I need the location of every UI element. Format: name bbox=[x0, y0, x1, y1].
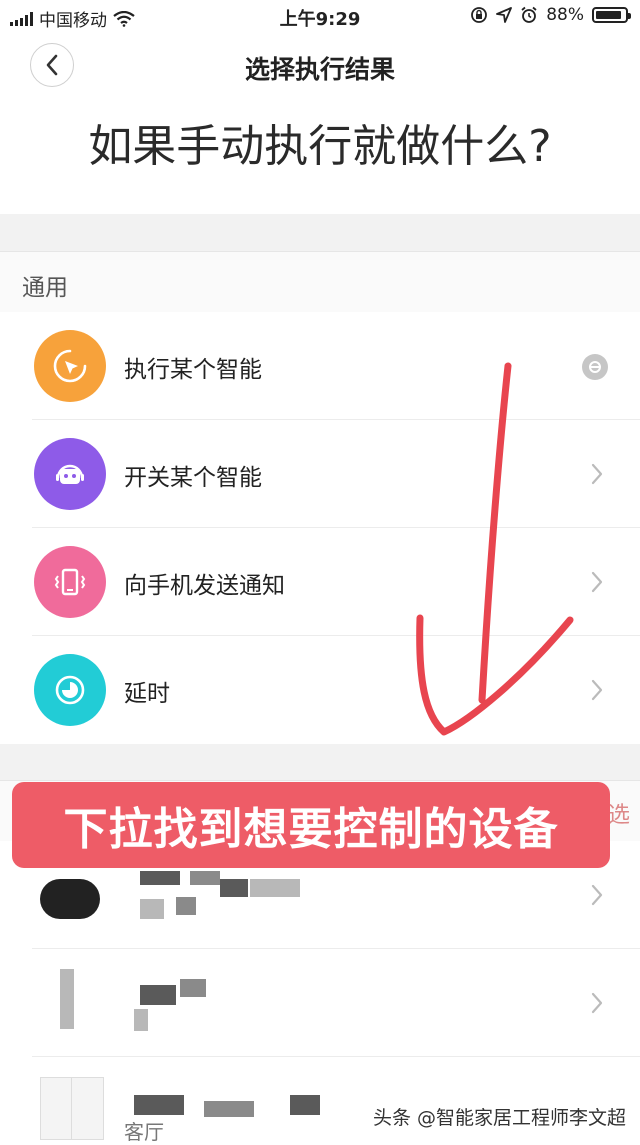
battery-fill bbox=[596, 11, 621, 19]
chevron-right-icon bbox=[591, 679, 603, 701]
chevron-right-icon bbox=[591, 463, 603, 485]
list-item-label: 开关某个智能 bbox=[124, 465, 262, 491]
redaction-block bbox=[220, 879, 248, 897]
battery-icon bbox=[592, 7, 631, 23]
alarm-icon bbox=[521, 6, 537, 23]
info-badge-icon bbox=[582, 354, 608, 380]
redaction-block bbox=[290, 1095, 320, 1115]
cursor-click-icon bbox=[34, 330, 106, 402]
phone-vibrate-icon bbox=[34, 546, 106, 618]
page-title: 选择执行结果 bbox=[244, 55, 395, 84]
section-header-general: 通用 bbox=[0, 251, 640, 313]
device-thumbnail bbox=[40, 879, 100, 919]
redaction-block bbox=[190, 871, 220, 885]
question-heading: 如果手动执行就做什么? bbox=[88, 121, 552, 172]
list-item-toggle-scene[interactable]: 开关某个智能 bbox=[0, 420, 640, 528]
list-item-run-scene[interactable]: 执行某个智能 bbox=[0, 312, 640, 420]
list-item-delay[interactable]: 延时 bbox=[0, 636, 640, 744]
device-thumbnail bbox=[40, 1077, 104, 1140]
section-spacer bbox=[0, 744, 640, 780]
watermark-text: 头条 @智能家居工程师李文超 bbox=[372, 1107, 626, 1129]
redaction-block bbox=[180, 979, 206, 997]
redaction-block bbox=[134, 1009, 148, 1031]
redaction-block bbox=[204, 1101, 254, 1117]
list-item-phone-notify[interactable]: 向手机发送通知 bbox=[0, 528, 640, 636]
overlay-instruction-banner: 下拉找到想要控制的设备 bbox=[12, 782, 610, 868]
device-thumbnail bbox=[60, 969, 74, 1029]
robot-icon bbox=[34, 438, 106, 510]
timer-icon bbox=[34, 654, 106, 726]
list-item-label: 延时 bbox=[124, 681, 170, 707]
battery-percent: 88% bbox=[546, 5, 584, 25]
overlay-text: 下拉找到想要控制的设备 bbox=[63, 804, 559, 855]
list-item-label: 执行某个智能 bbox=[124, 357, 262, 383]
redaction-block bbox=[250, 879, 300, 897]
device-name-redacted bbox=[140, 985, 176, 1005]
device-row[interactable] bbox=[0, 949, 640, 1057]
chevron-right-icon bbox=[591, 571, 603, 593]
chevron-right-icon bbox=[591, 992, 603, 1014]
section-title: 通用 bbox=[22, 275, 68, 301]
rotation-lock-icon bbox=[471, 7, 488, 23]
device-name-redacted bbox=[134, 1095, 184, 1115]
device-name-redacted bbox=[140, 871, 180, 885]
redaction-block bbox=[176, 897, 196, 915]
location-icon bbox=[496, 7, 513, 23]
section-spacer bbox=[0, 214, 640, 251]
status-bar: 中国移动 上午9:29 88% bbox=[0, 0, 640, 34]
watermark: 头条 @智能家居工程师李文超 bbox=[373, 1103, 626, 1130]
list-item-label: 向手机发送通知 bbox=[124, 573, 285, 599]
redaction-block bbox=[140, 899, 164, 919]
chevron-right-icon bbox=[591, 884, 603, 906]
status-right: 88% bbox=[470, 5, 631, 25]
device-room-label: 客厅 bbox=[124, 1120, 164, 1144]
